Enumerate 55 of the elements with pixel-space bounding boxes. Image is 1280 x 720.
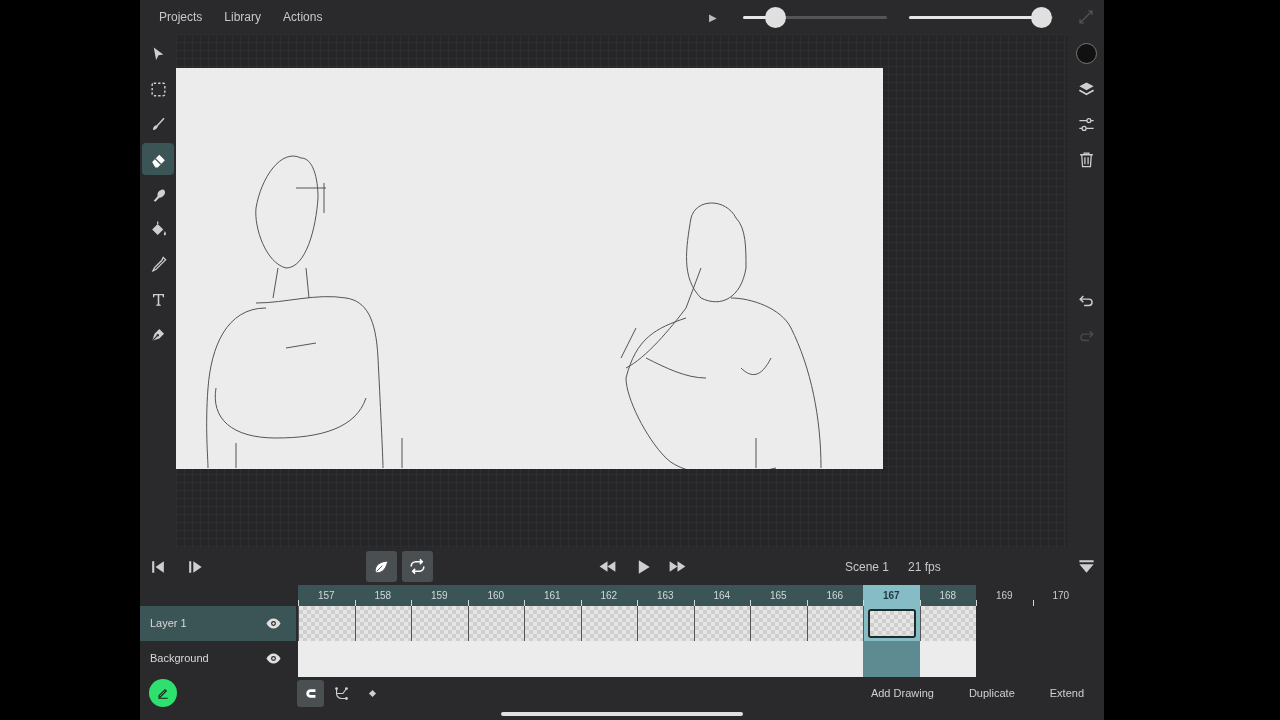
frame-number[interactable]: 165: [750, 585, 807, 606]
frame-cell[interactable]: [750, 606, 807, 641]
play-preview-button[interactable]: ▶: [709, 9, 717, 25]
frame-cell[interactable]: [580, 606, 637, 641]
timeline-action-button[interactable]: Add Drawing: [870, 684, 934, 702]
loop-button[interactable]: [402, 551, 433, 582]
menu-item[interactable]: Library: [224, 8, 262, 26]
timeline-action-button[interactable]: Extend: [1049, 684, 1084, 702]
frame-number[interactable]: 170: [1032, 585, 1089, 606]
onion-skin-button[interactable]: [366, 551, 397, 582]
frame-cell[interactable]: [354, 606, 411, 641]
current-color-swatch[interactable]: [1075, 43, 1097, 64]
layer-name: Layer 1: [150, 616, 188, 632]
layer-row[interactable]: Background: [140, 641, 296, 676]
timeline-tool-button[interactable]: [297, 679, 324, 707]
layer-name: Background: [150, 651, 210, 667]
frame-number[interactable]: 164: [693, 585, 750, 606]
frame-number[interactable]: 159: [411, 585, 468, 606]
frame-cell[interactable]: [919, 641, 976, 677]
frame-cell[interactable]: [806, 606, 863, 641]
frame-cell[interactable]: [863, 641, 920, 677]
menu-triangle-icon[interactable]: [1077, 557, 1096, 576]
frame-number[interactable]: 167: [863, 585, 920, 606]
frame-cell[interactable]: [524, 606, 581, 641]
frame-cell[interactable]: [919, 606, 976, 641]
frame-number[interactable]: 160: [467, 585, 524, 606]
timeline-action-button[interactable]: Duplicate: [968, 684, 1015, 702]
menu-item[interactable]: Actions: [283, 8, 323, 26]
slider-thumb[interactable]: [764, 6, 786, 28]
frame-number[interactable]: 163: [637, 585, 694, 606]
scene-name[interactable]: Scene 1: [845, 557, 890, 576]
slider-thumb[interactable]: [1031, 6, 1053, 28]
frame-number[interactable]: 168: [919, 585, 976, 606]
frame-number[interactable]: 166: [806, 585, 863, 606]
menu-item[interactable]: Projects: [159, 8, 203, 26]
frame-cell[interactable]: [411, 606, 468, 641]
loop-icon: [408, 557, 427, 576]
frame-cell[interactable]: [637, 606, 694, 641]
frame-number[interactable]: 162: [580, 585, 637, 606]
frame-cell[interactable]: [298, 641, 355, 677]
sliders-icon[interactable]: [1076, 115, 1096, 134]
frame-number[interactable]: 169: [976, 585, 1033, 606]
layer-row[interactable]: Layer 1: [140, 606, 296, 641]
frame-number[interactable]: 158: [354, 585, 411, 606]
frame-cell[interactable]: [298, 606, 355, 641]
frame-cell[interactable]: [467, 606, 524, 641]
frame-rate[interactable]: 21 fps: [908, 557, 941, 576]
frame-cell[interactable]: [806, 641, 863, 677]
motion-path-icon: [333, 684, 350, 702]
marquee-icon: [148, 79, 168, 99]
frame-number[interactable]: 157: [298, 585, 355, 606]
tool-button[interactable]: [142, 143, 174, 175]
frame-cell[interactable]: [693, 606, 750, 641]
draw-mode-button[interactable]: [149, 679, 177, 707]
frame-number[interactable]: 161: [524, 585, 581, 606]
